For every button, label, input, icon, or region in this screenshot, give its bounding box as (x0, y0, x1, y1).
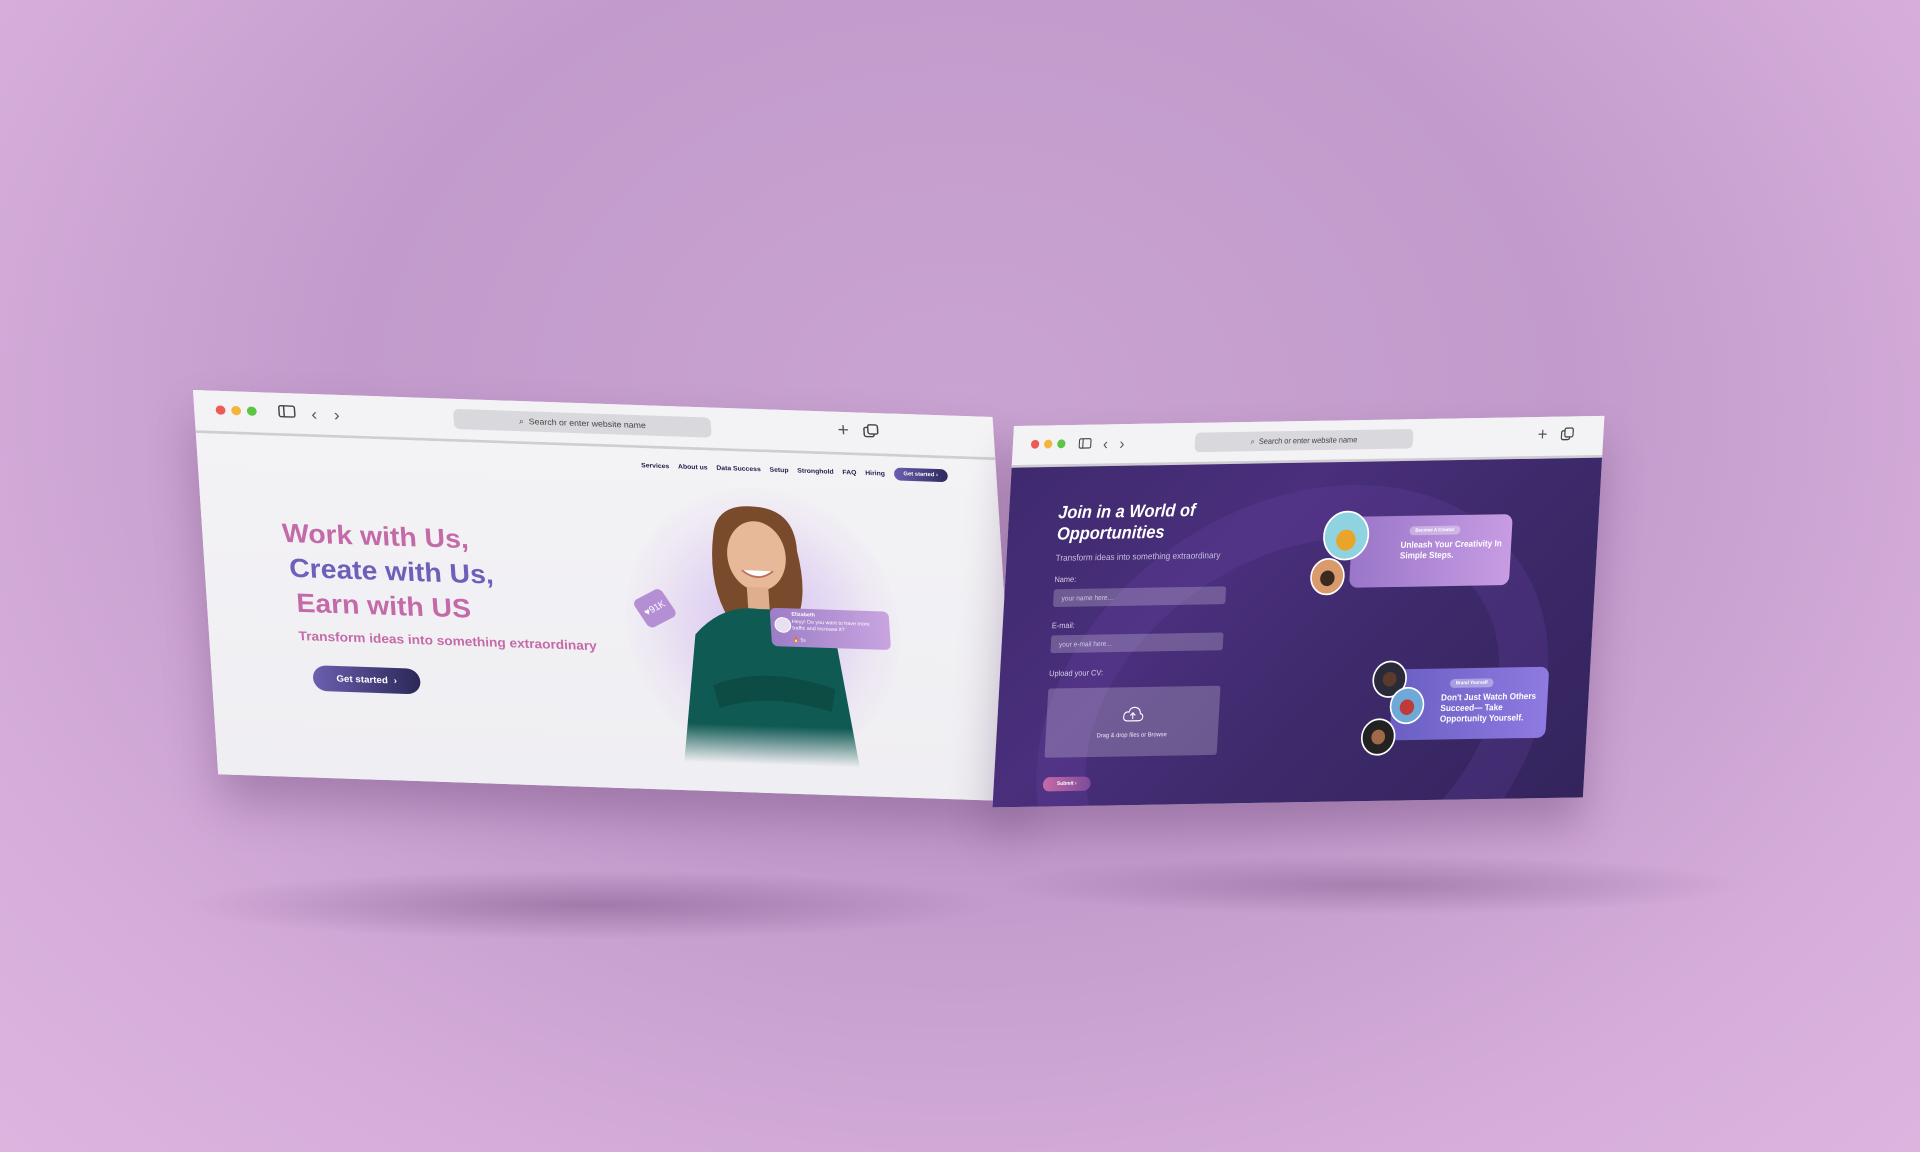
chat-sender-name: Elizabeth (791, 612, 816, 619)
top-navigation: Services About us Data Success Setup Str… (641, 459, 949, 483)
address-bar[interactable]: ⌕ Search or enter website name (1194, 428, 1414, 453)
nav-item-hiring[interactable]: Hiring (865, 470, 885, 477)
back-arrow-icon[interactable]: ‹ (1103, 435, 1109, 453)
hero-cta-label: Get started (336, 673, 389, 686)
dropzone-text: Drag & drop files or Browse (1096, 731, 1168, 739)
name-field[interactable]: your name here... (1052, 586, 1227, 607)
email-placeholder: your e-mail here... (1058, 639, 1113, 649)
new-tab-icon[interactable]: + (1537, 425, 1548, 445)
chevron-right-icon: › (393, 675, 398, 686)
name-placeholder: your name here... (1061, 593, 1114, 602)
nav-item-services[interactable]: Services (641, 462, 670, 469)
address-bar[interactable]: ⌕ Search or enter website name (453, 408, 712, 438)
hero-headline: Work with Us, Create with Us, Earn with … (281, 516, 497, 627)
cv-dropzone[interactable]: Drag & drop files or Browse (1044, 685, 1221, 758)
forward-arrow-icon[interactable]: › (333, 406, 340, 424)
cloud-upload-icon (1122, 705, 1144, 725)
application-page: Join in a World of Opportunities Transfo… (992, 457, 1603, 808)
close-window-button[interactable] (215, 405, 226, 415)
new-tab-icon[interactable]: + (837, 420, 850, 441)
hero-get-started-button[interactable]: Get started › (312, 665, 422, 695)
hero-subtitle: Transform ideas into something extraordi… (298, 628, 598, 653)
promo-text: Don't Just Watch Others Succeed— Take Op… (1439, 691, 1537, 725)
chat-message: Heyy! Do you want to have more traffic a… (791, 619, 870, 634)
address-bar-placeholder: Search or enter website name (528, 416, 647, 430)
nav-item-data-success[interactable]: Data Success (716, 465, 761, 473)
status-badge: Become A Creator (1409, 525, 1461, 536)
page-title: Join in a World of Opportunities (1056, 500, 1197, 545)
sidebar-toggle-icon[interactable] (278, 404, 297, 422)
nav-item-setup[interactable]: Setup (769, 467, 788, 474)
status-badge: Brand Yourself (1449, 678, 1494, 688)
cv-label: Upload your CV: (1048, 668, 1104, 678)
right-browser-window: ‹ › ⌕ Search or enter website name + Joi… (992, 415, 1605, 808)
creator-promo-card[interactable]: Become A Creator Unleash Your Creativity… (1348, 514, 1513, 588)
right-window-shadow (990, 855, 1750, 915)
close-window-button[interactable] (1030, 439, 1040, 449)
email-field[interactable]: your e-mail here... (1050, 632, 1224, 654)
nav-item-stronghold[interactable]: Stronghold (797, 468, 834, 476)
left-browser-window: ‹ › ⌕ Search or enter website name + Ser… (193, 390, 1018, 802)
name-label: Name: (1054, 574, 1077, 584)
tabs-overview-icon[interactable] (863, 424, 880, 442)
promo-text: Unleash Your Creativity In Simple Steps. (1399, 539, 1503, 562)
submit-button[interactable]: Submit › (1042, 776, 1091, 792)
chat-bubble-card: Elizabeth Heyy! Do you want to have more… (769, 607, 892, 651)
hero-line-earn: Earn with US (295, 588, 472, 625)
minimize-window-button[interactable] (1043, 439, 1053, 449)
maximize-window-button[interactable] (246, 406, 257, 416)
tabs-overview-icon[interactable] (1560, 427, 1574, 444)
maximize-window-button[interactable] (1056, 439, 1066, 449)
nav-item-about-us[interactable]: About us (678, 463, 708, 470)
minimize-window-button[interactable] (231, 405, 242, 416)
back-arrow-icon[interactable]: ‹ (311, 405, 318, 423)
email-label: E-mail: (1051, 620, 1076, 631)
nav-get-started-button[interactable]: Get started › (893, 467, 949, 483)
nav-item-faq[interactable]: FAQ (842, 469, 856, 476)
chat-footer: 🔥 5s (792, 637, 806, 644)
avatar (774, 616, 792, 634)
landing-page: Services About us Data Success Setup Str… (195, 433, 1018, 802)
search-icon: ⌕ (1250, 436, 1256, 446)
sidebar-toggle-icon[interactable] (1078, 436, 1092, 452)
search-icon: ⌕ (518, 416, 525, 426)
left-window-shadow (180, 870, 1000, 940)
address-bar-placeholder: Search or enter website name (1258, 435, 1358, 446)
forward-arrow-icon[interactable]: › (1119, 435, 1125, 453)
